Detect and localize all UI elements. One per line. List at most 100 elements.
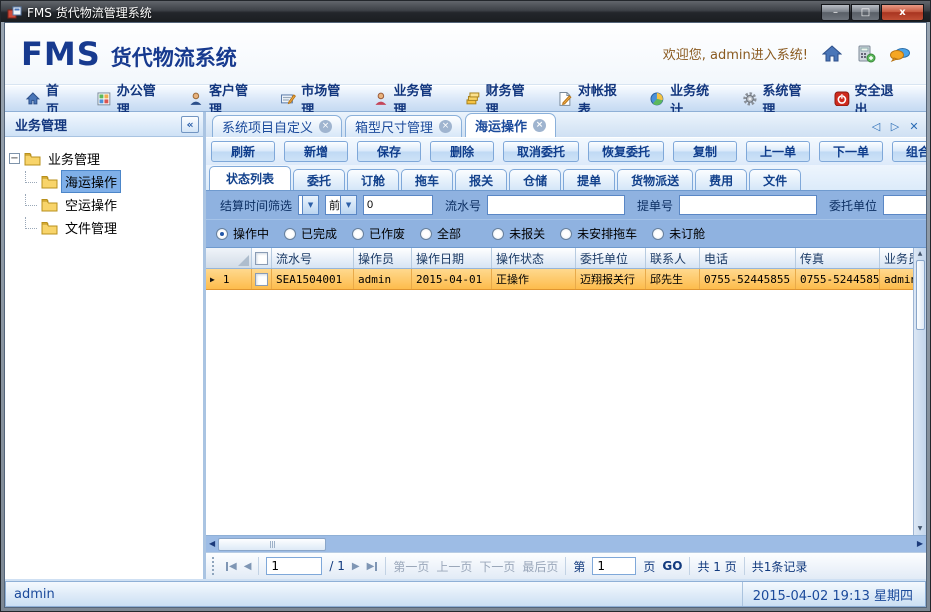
tab-sea-operation[interactable]: 海运操作	[465, 113, 556, 137]
delete-button[interactable]: 删除	[430, 141, 494, 162]
nav-item-report[interactable]: 对帐报表	[547, 86, 639, 111]
radio-completed[interactable]: 已完成	[284, 225, 337, 242]
tree-item-air-ops[interactable]: 空运操作	[9, 193, 199, 216]
subtab-files[interactable]: 文件	[749, 169, 801, 190]
copy-button[interactable]: 复制	[673, 141, 737, 162]
tab-scroll-left-icon[interactable]: ◁	[870, 120, 882, 133]
scroll-right-icon[interactable]: ▶	[917, 540, 923, 548]
next-order-button[interactable]: 下一单	[819, 141, 883, 162]
tree-item-sea-ops[interactable]: 海运操作	[9, 170, 199, 193]
market-icon	[280, 91, 296, 107]
tab-container-size[interactable]: 箱型尺寸管理	[345, 115, 462, 137]
horizontal-scrollbar[interactable]: ◀ ▶	[206, 535, 926, 552]
tab-system-items[interactable]: 系统项目自定义	[212, 115, 342, 137]
tree-item-file-mgmt[interactable]: 文件管理	[9, 216, 199, 239]
tab-close-icon[interactable]	[319, 120, 332, 133]
nav-item-operations[interactable]: 业务管理	[363, 86, 455, 111]
nav-item-customer[interactable]: 客户管理	[178, 86, 270, 111]
subtab-status-list[interactable]: 状态列表	[209, 166, 291, 190]
go-button[interactable]: GO	[662, 559, 682, 573]
col-client[interactable]: 委托单位	[576, 248, 646, 268]
refresh-button[interactable]: 刷新	[211, 141, 275, 162]
bill-input[interactable]	[679, 195, 817, 215]
nav-item-system[interactable]: 系统管理	[732, 86, 824, 111]
tab-scroll-right-icon[interactable]: ▷	[889, 120, 901, 133]
client-input[interactable]	[883, 195, 926, 215]
save-button[interactable]: 保存	[357, 141, 421, 162]
subtab-warehouse[interactable]: 仓储	[509, 169, 561, 190]
days-input[interactable]	[363, 195, 433, 215]
col-op-status[interactable]: 操作状态	[492, 248, 576, 268]
radio-all[interactable]: 全部	[420, 225, 461, 242]
scroll-left-icon[interactable]: ◀	[209, 540, 215, 548]
combo-query-button[interactable]: 组合查询	[892, 141, 926, 162]
row-checkbox[interactable]	[252, 269, 272, 289]
last-page-icon[interactable]: ▶	[367, 561, 379, 572]
first-page-icon[interactable]: ◀	[225, 561, 237, 572]
home-shortcut-icon[interactable]	[822, 45, 842, 63]
nav-item-logout[interactable]: 安全退出	[824, 86, 916, 111]
subtab-delivery[interactable]: 货物派送	[617, 169, 693, 190]
nav-item-finance[interactable]: 财务管理	[455, 86, 547, 111]
dropdown-arrow-icon[interactable]	[340, 196, 356, 214]
serial-input[interactable]	[487, 195, 625, 215]
chat-icon[interactable]	[890, 45, 910, 63]
col-serial[interactable]: 流水号	[272, 248, 354, 268]
radio-operating[interactable]: 操作中	[216, 225, 269, 242]
vertical-scroll-thumb[interactable]	[916, 260, 925, 330]
first-page-link[interactable]: 第一页	[393, 558, 429, 575]
prev-order-button[interactable]: 上一单	[746, 141, 810, 162]
col-contact[interactable]: 联系人	[646, 248, 700, 268]
calculator-icon[interactable]	[856, 45, 876, 63]
restore-entrust-button[interactable]: 恢复委托	[588, 141, 664, 162]
tree-root[interactable]: 业务管理	[9, 147, 199, 170]
subtab-trailer[interactable]: 拖车	[401, 169, 453, 190]
next-page-icon[interactable]: ▶	[352, 561, 360, 572]
scroll-up-icon[interactable]: ▲	[918, 250, 923, 258]
sidebar-collapse-button[interactable]	[181, 116, 199, 133]
tab-close-icon[interactable]	[533, 119, 546, 132]
range-combo[interactable]: 前	[325, 195, 357, 215]
minimize-button[interactable]: –	[821, 4, 850, 21]
vertical-scrollbar[interactable]: ▲ ▼	[913, 248, 926, 535]
subtab-booking[interactable]: 订舱	[347, 169, 399, 190]
tab-close-icon[interactable]	[439, 120, 452, 133]
subtab-bill[interactable]: 提单	[563, 169, 615, 190]
dropdown-arrow-icon[interactable]	[302, 196, 318, 214]
radio-no-trailer[interactable]: 未安排拖车	[560, 225, 637, 242]
close-button[interactable]: x	[881, 4, 924, 21]
last-page-link[interactable]: 最后页	[522, 558, 558, 575]
col-operator[interactable]: 操作员	[354, 248, 412, 268]
maximize-button[interactable]: □	[851, 4, 880, 21]
tab-close-all-icon[interactable]: ✕	[908, 120, 920, 133]
goto-page-input[interactable]	[592, 557, 636, 575]
nav-item-office[interactable]: 办公管理	[86, 86, 178, 111]
prev-page-icon[interactable]: ◀	[244, 561, 252, 572]
table-row[interactable]: 1 SEA1504001 admin 2015-04-01 正操作 迈翔报关行 …	[206, 269, 913, 290]
nav-item-market[interactable]: 市场管理	[270, 86, 362, 111]
col-fax[interactable]: 传真	[796, 248, 880, 268]
nav-item-statistics[interactable]: 业务统计	[639, 86, 731, 111]
col-phone[interactable]: 电话	[700, 248, 796, 268]
radio-no-customs[interactable]: 未报关	[492, 225, 545, 242]
cancel-entrust-button[interactable]: 取消委托	[503, 141, 579, 162]
col-salesman[interactable]: 业务员	[880, 248, 913, 268]
date-filter-combo[interactable]	[298, 195, 319, 215]
subtab-customs[interactable]: 报关	[455, 169, 507, 190]
nav-item-home[interactable]: 首 页	[15, 86, 86, 111]
tree-collapse-icon[interactable]	[9, 153, 20, 164]
subtab-entrust[interactable]: 委托	[293, 169, 345, 190]
page-number-input[interactable]	[266, 557, 322, 575]
scroll-down-icon[interactable]: ▼	[918, 525, 923, 533]
add-button[interactable]: 新增	[284, 141, 348, 162]
header-checkbox[interactable]	[252, 248, 272, 268]
prev-page-link[interactable]: 上一页	[436, 558, 472, 575]
radio-voided[interactable]: 已作废	[352, 225, 405, 242]
col-op-date[interactable]: 操作日期	[412, 248, 492, 268]
select-all-corner[interactable]	[206, 248, 252, 268]
next-page-link[interactable]: 下一页	[479, 558, 515, 575]
horizontal-scroll-thumb[interactable]	[218, 538, 326, 551]
subtab-fees[interactable]: 费用	[695, 169, 747, 190]
status-user: admin	[14, 587, 55, 602]
radio-no-booking[interactable]: 未订舱	[652, 225, 705, 242]
